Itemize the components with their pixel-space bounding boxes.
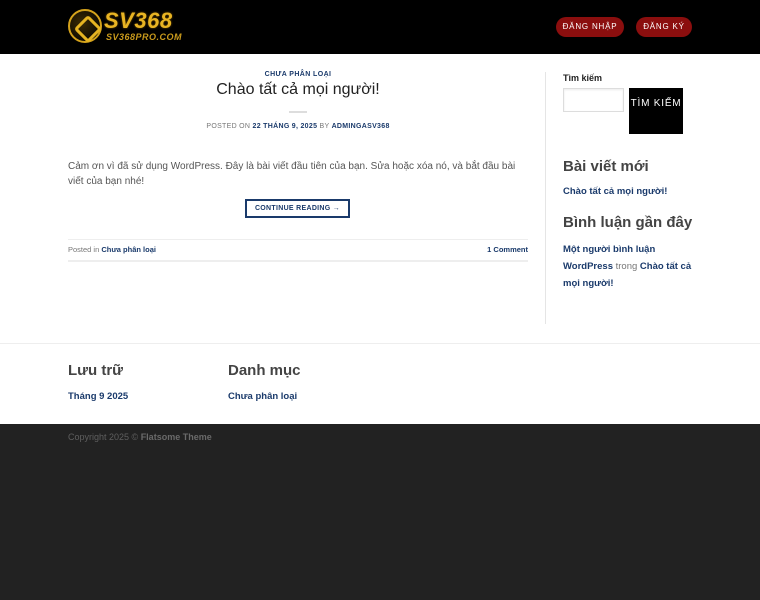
- title-divider: [289, 111, 307, 113]
- sidebar-divider: [545, 72, 546, 324]
- posted-in: Posted in Chưa phân loại: [68, 245, 156, 254]
- post-title[interactable]: Chào tất cả mọi người!: [68, 81, 528, 99]
- comment-on-label: trong: [615, 261, 638, 272]
- post-footer: Posted in Chưa phân loại 1 Comment: [68, 239, 528, 262]
- absolute-footer: Copyright 2025 © Flatsome Theme: [0, 424, 760, 600]
- posted-on-label: POSTED ON: [206, 123, 251, 130]
- category-link[interactable]: Chưa phân loại: [228, 391, 301, 402]
- copyright: Copyright 2025 © Flatsome Theme: [68, 432, 212, 442]
- posted-in-label: Posted in: [68, 245, 100, 254]
- main-content: CHƯA PHÂN LOẠI Chào tất cả mọi người! PO…: [0, 54, 760, 343]
- post-meta: POSTED ON 22 THÁNG 9, 2025 BY ADMINGASV3…: [68, 123, 528, 130]
- logo-subtext: SV368PRO.COM: [106, 32, 183, 42]
- comments-link[interactable]: 1 Comment: [487, 245, 528, 254]
- recent-comment-item: Một người bình luận WordPress trong Chào…: [563, 241, 693, 292]
- login-button[interactable]: ĐĂNG NHẬP: [556, 17, 624, 37]
- categories-title: Danh mục: [228, 362, 301, 379]
- recent-post-link[interactable]: Chào tất cả mọi người!: [563, 186, 667, 197]
- logo-emblem-icon: [68, 9, 102, 43]
- logo-text: SV368: [104, 8, 173, 33]
- categories-widget: Danh mục Chưa phân loại: [228, 362, 301, 402]
- post-category-link[interactable]: CHƯA PHÂN LOẠI: [68, 71, 528, 78]
- search-button[interactable]: TÌM KIẾM: [629, 88, 683, 134]
- footer-widgets: Lưu trữ Tháng 9 2025 Danh mục Chưa phân …: [0, 343, 760, 424]
- theme-link[interactable]: Flatsome Theme: [141, 432, 212, 442]
- posted-in-category-link[interactable]: Chưa phân loại: [101, 245, 156, 254]
- post-excerpt: Cảm ơn vì đã sử dụng WordPress. Đây là b…: [68, 161, 516, 187]
- by-label: BY: [319, 123, 330, 130]
- site-logo[interactable]: SV368 SV368PRO.COM: [68, 8, 183, 45]
- post-date-link[interactable]: 22 THÁNG 9, 2025: [253, 123, 318, 130]
- register-button[interactable]: ĐĂNG KÝ: [636, 17, 692, 37]
- post-author-link[interactable]: ADMINGASV368: [332, 123, 390, 130]
- copyright-text: Copyright 2025 ©: [68, 432, 139, 442]
- archives-widget: Lưu trữ Tháng 9 2025: [68, 362, 128, 402]
- continue-reading-button[interactable]: CONTINUE READING →: [245, 199, 350, 218]
- recent-posts-title: Bài viết mới: [563, 158, 649, 175]
- archives-title: Lưu trữ: [68, 362, 124, 379]
- search-input[interactable]: [563, 88, 624, 112]
- recent-comments-title: Bình luận gần đây: [563, 214, 693, 231]
- archive-month-link[interactable]: Tháng 9 2025: [68, 391, 128, 402]
- search-label: Tìm kiếm: [563, 73, 603, 83]
- site-header: SV368 SV368PRO.COM ĐĂNG NHẬP ĐĂNG KÝ: [0, 0, 760, 54]
